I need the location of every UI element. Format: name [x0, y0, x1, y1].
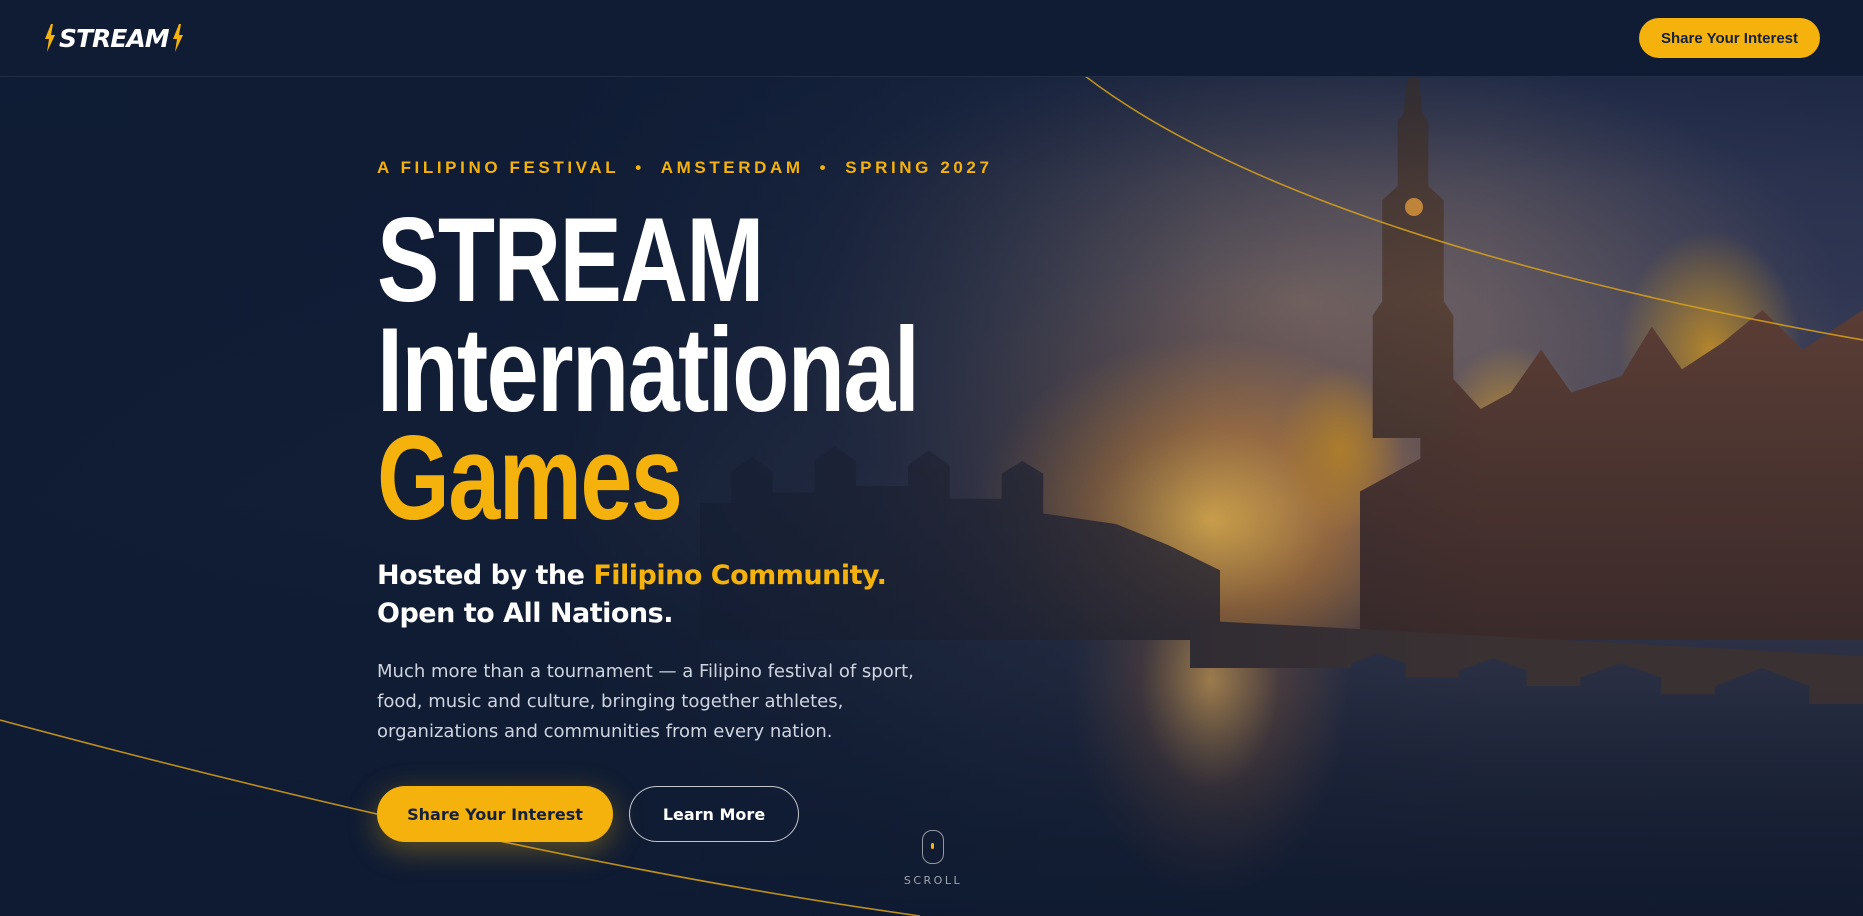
lightning-bolt-icon: [45, 24, 55, 52]
mouse-wheel-dot: [931, 843, 934, 849]
gold-arc-top: [1084, 75, 1863, 341]
title-line-stream: STREAM: [377, 193, 764, 327]
logo-wordmark: STREAM: [59, 23, 170, 53]
share-interest-button[interactable]: Share Your Interest: [377, 786, 613, 842]
header-share-interest-button[interactable]: Share Your Interest: [1639, 18, 1820, 58]
learn-more-button[interactable]: Learn More: [629, 786, 799, 842]
hero-subheading: Hosted by the Filipino Community. Open t…: [377, 557, 1077, 633]
eyebrow-festival: A FILIPINO FESTIVAL: [377, 158, 620, 177]
hero-background: [0, 0, 1863, 916]
mouse-icon: [922, 830, 944, 864]
eyebrow-separator: •: [635, 158, 645, 177]
decorative-gold-lines: [0, 75, 1863, 916]
stream-logo[interactable]: STREAM: [44, 20, 184, 56]
site-header: STREAM Share Your Interest: [0, 0, 1863, 77]
eyebrow-city: AMSTERDAM: [660, 158, 804, 177]
eyebrow-separator: •: [819, 158, 830, 177]
lightning-bolt-icon: [172, 24, 183, 52]
subhead-highlight: Filipino Community.: [593, 560, 887, 591]
eyebrow-season: SPRING 2027: [845, 158, 993, 177]
hero-eyebrow: A FILIPINO FESTIVAL • AMSTERDAM • SPRING 202…: [377, 158, 993, 178]
subhead-line2: Open to All Nations.: [377, 598, 673, 629]
scroll-label: SCROLL: [903, 874, 963, 887]
scroll-indicator[interactable]: SCROLL: [900, 830, 966, 887]
title-line-games: Games: [377, 411, 683, 545]
hero-description: Much more than a tournament — a Filipino…: [377, 661, 914, 742]
subhead-prefix: Hosted by the: [377, 560, 594, 591]
title-line-international: International: [377, 303, 920, 437]
